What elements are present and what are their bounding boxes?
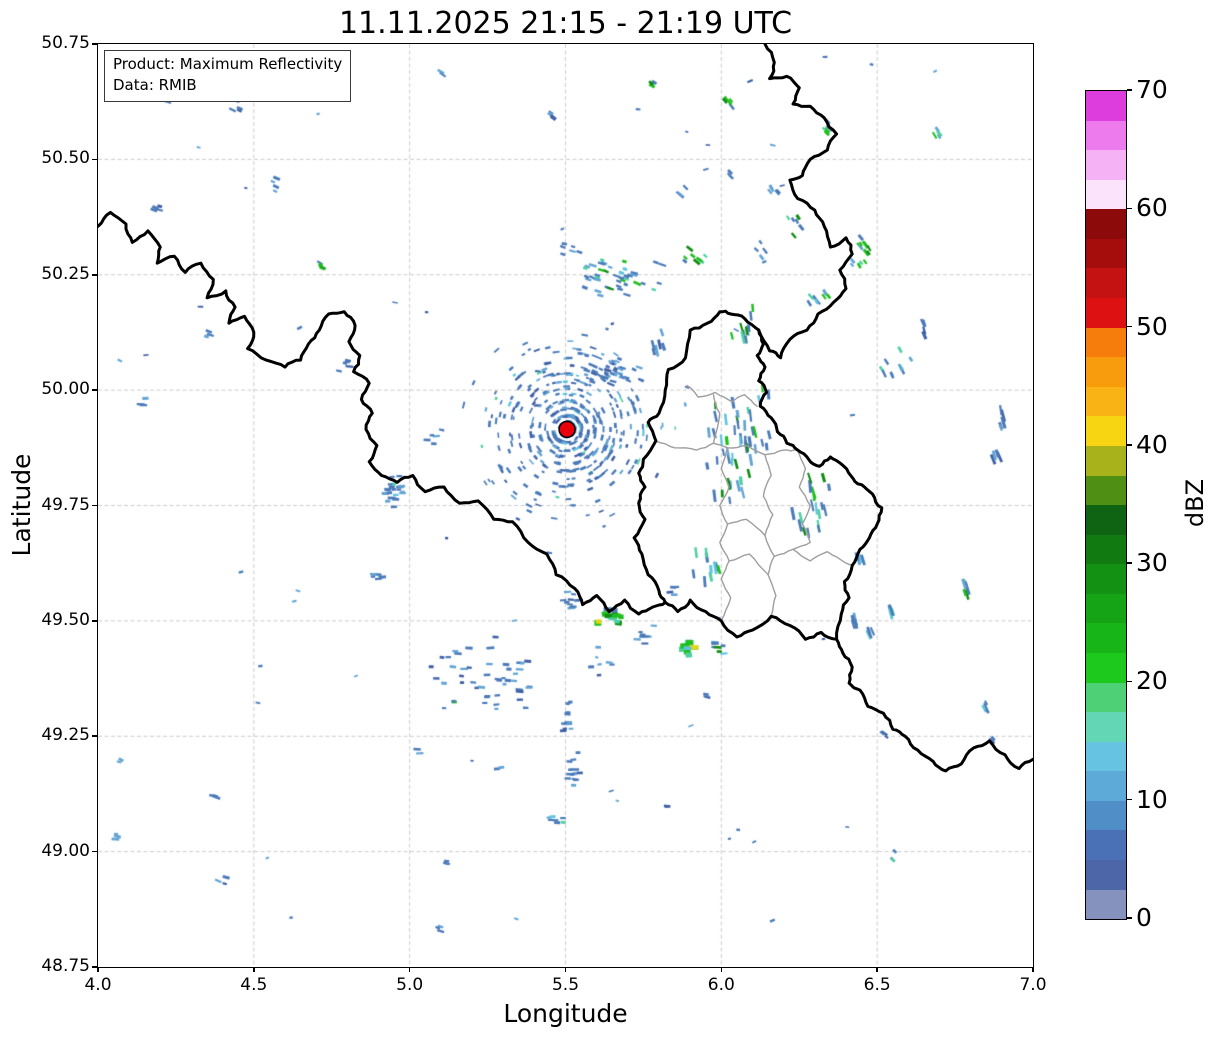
colorbar-segment [1086, 446, 1126, 476]
admin-border [729, 554, 768, 575]
colorbar [1085, 90, 1127, 920]
y-tick-label: 48.75 [16, 956, 90, 976]
product-line: Product: Maximum Reflectivity [113, 54, 342, 75]
y-tick [92, 505, 97, 507]
colorbar-segment [1086, 239, 1126, 269]
y-tick [92, 389, 97, 391]
colorbar-segment [1086, 298, 1126, 328]
colorbar-label: dBZ [1181, 453, 1211, 553]
x-tick [97, 967, 99, 972]
colorbar-segment [1086, 476, 1126, 506]
colorbar-segment [1086, 180, 1126, 210]
colorbar-segment [1086, 860, 1126, 890]
x-tick [721, 967, 723, 972]
radar-site-dot [559, 421, 575, 437]
map-borders-layer [98, 44, 1033, 967]
y-tick-label: 49.25 [16, 725, 90, 745]
admin-border [687, 386, 757, 407]
colorbar-segment [1086, 594, 1126, 624]
colorbar-segment [1086, 742, 1126, 772]
colorbar-tick [1127, 562, 1132, 564]
x-tick-label: 7.0 [1003, 975, 1063, 995]
colorbar-tick [1127, 681, 1132, 683]
country-border [98, 212, 1033, 771]
colorbar-segment [1086, 505, 1126, 535]
colorbar-tick-label: 20 [1136, 666, 1196, 696]
x-tick [409, 967, 411, 972]
colorbar-segment [1086, 209, 1126, 239]
y-tick-label: 49.50 [16, 610, 90, 630]
colorbar-segment [1086, 121, 1126, 151]
x-tick [565, 967, 567, 972]
colorbar-tick-label: 40 [1136, 430, 1196, 460]
country-border [757, 330, 882, 639]
plot-title: 11.11.2025 21:15 - 21:19 UTC [98, 6, 1033, 41]
country-border [759, 44, 853, 358]
colorbar-segment [1086, 683, 1126, 713]
colorbar-segment [1086, 801, 1126, 831]
colorbar-segment [1086, 91, 1126, 121]
x-tick [876, 967, 878, 972]
y-tick-label: 50.50 [16, 148, 90, 168]
colorbar-tick-label: 60 [1136, 193, 1196, 223]
colorbar-segment [1086, 712, 1126, 742]
x-tick-label: 4.5 [224, 975, 284, 995]
y-tick-label: 49.75 [16, 495, 90, 515]
colorbar-tick-label: 30 [1136, 548, 1196, 578]
colorbar-segment [1086, 416, 1126, 446]
y-tick-label: 50.00 [16, 379, 90, 399]
y-tick [92, 274, 97, 276]
admin-border [714, 395, 720, 444]
colorbar-segment [1086, 890, 1126, 920]
admin-border [720, 448, 731, 621]
colorbar-segment [1086, 771, 1126, 801]
y-tick-label: 50.25 [16, 264, 90, 284]
colorbar-tick [1127, 444, 1132, 446]
colorbar-segment [1086, 564, 1126, 594]
y-tick [92, 159, 97, 161]
figure: { "title": "11.11.2025 21:15 - 21:19 UTC… [0, 0, 1219, 1040]
y-tick [92, 620, 97, 622]
colorbar-segment [1086, 357, 1126, 387]
colorbar-tick-label: 0 [1136, 903, 1196, 933]
colorbar-tick [1127, 799, 1132, 801]
x-tick-label: 5.0 [380, 975, 440, 995]
colorbar-segment [1086, 653, 1126, 683]
x-axis-label: Longitude [98, 999, 1033, 1028]
colorbar-segment [1086, 328, 1126, 358]
data-source-line: Data: RMIB [113, 75, 342, 96]
y-tick-label: 50.75 [16, 33, 90, 53]
x-tick [1032, 967, 1034, 972]
x-tick [253, 967, 255, 972]
colorbar-tick-label: 10 [1136, 785, 1196, 815]
admin-border [793, 450, 810, 549]
y-tick [92, 851, 97, 853]
colorbar-segment [1086, 387, 1126, 417]
colorbar-tick [1127, 208, 1132, 210]
colorbar-tick [1127, 89, 1132, 91]
x-tick-label: 4.0 [68, 975, 128, 995]
country-border [634, 311, 759, 602]
x-tick-label: 6.0 [691, 975, 751, 995]
x-tick-label: 5.5 [536, 975, 596, 995]
colorbar-segment [1086, 150, 1126, 180]
colorbar-segment [1086, 535, 1126, 565]
y-tick-label: 49.00 [16, 841, 90, 861]
y-tick [92, 735, 97, 737]
colorbar-segment [1086, 830, 1126, 860]
x-tick-label: 6.5 [847, 975, 907, 995]
info-box: Product: Maximum Reflectivity Data: RMIB [104, 50, 351, 102]
colorbar-tick-label: 70 [1136, 75, 1196, 105]
y-tick [92, 966, 97, 968]
admin-border [774, 549, 852, 565]
colorbar-segment [1086, 268, 1126, 298]
y-tick [92, 43, 97, 45]
colorbar-tick-label: 50 [1136, 312, 1196, 342]
colorbar-segment [1086, 623, 1126, 653]
colorbar-tick [1127, 917, 1132, 919]
colorbar-tick [1127, 326, 1132, 328]
admin-border [728, 519, 765, 535]
